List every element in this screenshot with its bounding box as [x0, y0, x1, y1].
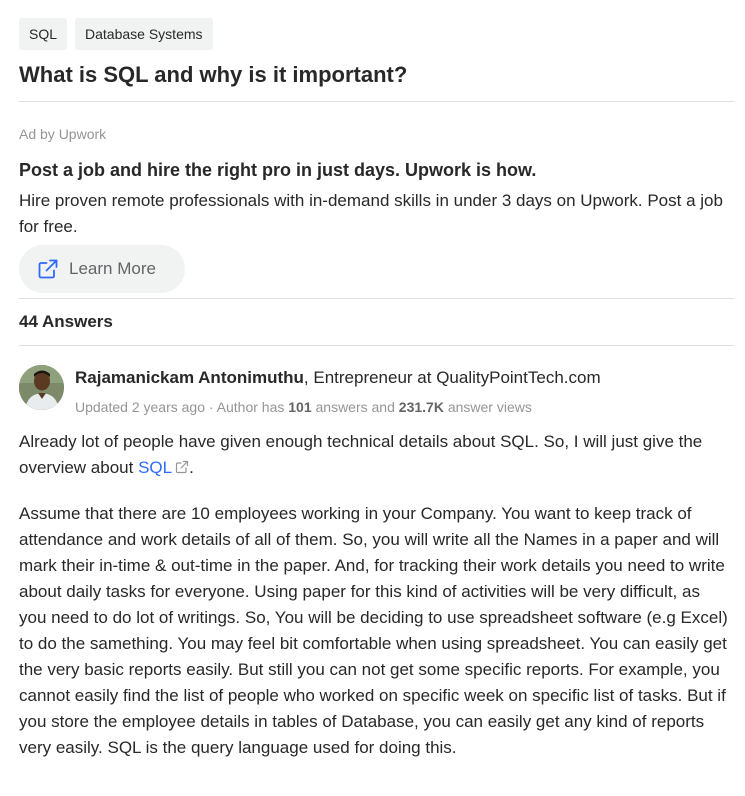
divider — [19, 298, 734, 299]
author-name[interactable]: Rajamanickam Antonimuthu — [75, 368, 304, 387]
external-link-icon — [175, 456, 189, 474]
ad-headline[interactable]: Post a job and hire the right pro in jus… — [19, 158, 536, 182]
meta-views-count: 231.7K — [398, 399, 444, 415]
topic-tags: SQL Database Systems — [19, 18, 213, 50]
answer-meta: Updated 2 years ago · Author has 101 ans… — [75, 399, 532, 415]
para1-end: . — [189, 458, 194, 477]
divider — [19, 345, 734, 346]
topic-tag-sql[interactable]: SQL — [19, 18, 68, 50]
learn-more-label: Learn More — [69, 259, 156, 278]
meta-suffix: answer views — [443, 399, 532, 415]
sql-link[interactable]: SQL — [138, 458, 189, 477]
sql-link-label: SQL — [138, 458, 173, 477]
author-line: Rajamanickam Antonimuthu, Entrepreneur a… — [75, 368, 601, 388]
meta-updated[interactable]: Updated 2 years ago · Author has — [75, 399, 288, 415]
meta-mid: answers and — [311, 399, 399, 415]
author-credential[interactable]: , Entrepreneur at QualityPointTech.com — [304, 368, 601, 387]
avatar[interactable] — [19, 365, 64, 410]
meta-answers-count: 101 — [288, 399, 312, 415]
question-title[interactable]: What is SQL and why is it important? — [19, 60, 407, 90]
topic-tag-database-systems[interactable]: Database Systems — [75, 18, 213, 50]
ad-label: Ad by Upwork — [19, 126, 107, 142]
answers-count[interactable]: 44 Answers — [19, 312, 113, 332]
external-link-icon — [37, 258, 59, 280]
answer-paragraph: Already lot of people have given enough … — [19, 429, 731, 481]
page: SQL Database Systems What is SQL and why… — [0, 0, 745, 796]
answer-paragraph: Assume that there are 10 employees worki… — [19, 504, 728, 757]
para1-text: Already lot of people have given enough … — [19, 432, 703, 477]
ad-body: Hire proven remote professionals with in… — [19, 191, 723, 236]
learn-more-button[interactable]: Learn More — [19, 245, 185, 293]
divider — [19, 101, 734, 102]
